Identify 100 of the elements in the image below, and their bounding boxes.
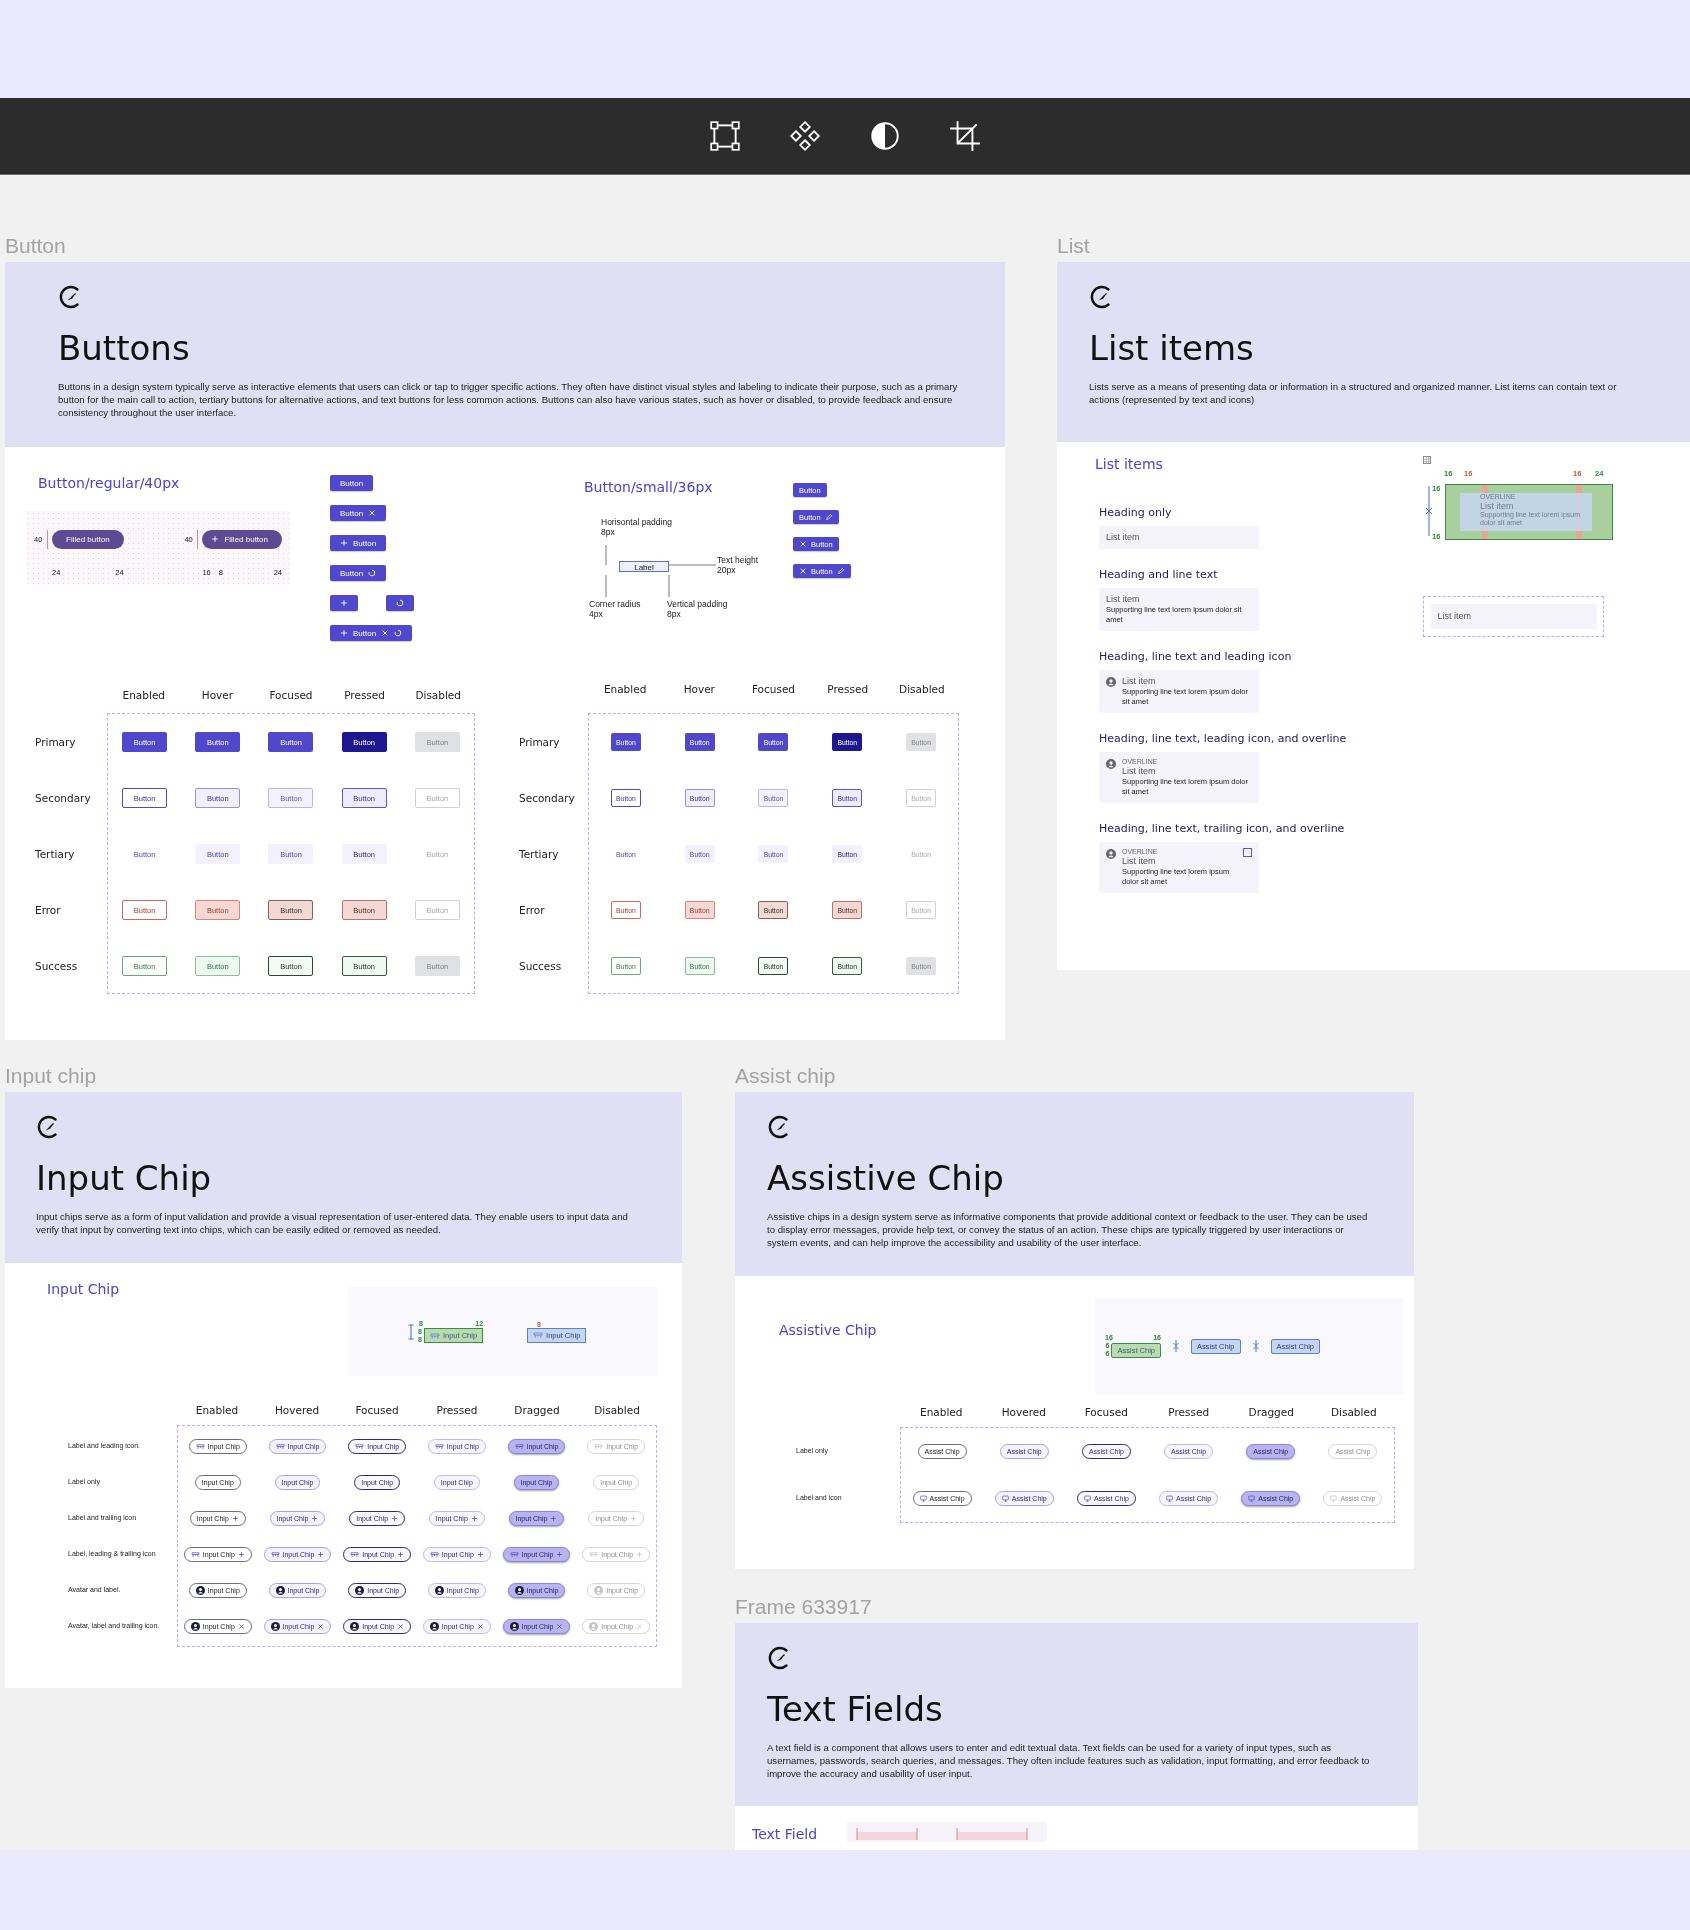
leader-line	[668, 564, 717, 566]
avatar-icon	[350, 1621, 360, 1631]
annotation: Text height 20px	[717, 555, 759, 575]
plus-icon	[397, 1550, 405, 1558]
checkbox[interactable]	[1243, 848, 1252, 857]
filled-button[interactable]: Filled button	[52, 529, 124, 549]
spinner-icon	[368, 569, 377, 577]
button[interactable]	[330, 595, 358, 611]
description: A text field is a component that allows users to enter and edit textual data. Text fields can be used for a variety of input types, such as usernames, passwords, search queries, and messages. They often include features such as validation, input formatting, and error feedback to improve the accuracy and usability of user input.	[767, 1741, 1371, 1780]
flag-icon	[533, 1331, 544, 1339]
button[interactable]: Button	[330, 505, 387, 521]
row-label: Tertiary	[35, 847, 76, 862]
filled-button[interactable]: Filled button	[202, 529, 282, 549]
leader-line	[605, 544, 607, 566]
components-icon[interactable]	[788, 119, 822, 153]
column-header: Dragged	[1247, 1406, 1295, 1420]
plus-icon	[630, 1514, 638, 1522]
avatar-icon	[434, 1585, 444, 1595]
avatar-icon	[429, 1621, 439, 1631]
frame-label: Assist chip	[735, 1063, 836, 1089]
plus-icon	[231, 1514, 239, 1522]
example-heading: Heading, line text and leading icon	[1099, 650, 1293, 663]
list-item[interactable]: List item	[1099, 526, 1259, 549]
section-heading: Button/small/36px	[584, 479, 714, 495]
leader-line	[605, 574, 607, 598]
item-title: List item	[1437, 611, 1471, 622]
plus-icon	[340, 599, 348, 607]
flag-icon	[514, 1442, 524, 1450]
column-header: Pressed	[1167, 1406, 1211, 1420]
button[interactable]: Button	[330, 475, 374, 491]
description: Input chips serve as a form of input validation and provide a visual representation of user-entered data. They enable users to input data and verify that input by converting text into chips, which can be easily edited or removed as needed.	[36, 1210, 629, 1236]
close-icon	[368, 509, 377, 517]
column-header: Hovered	[273, 1404, 321, 1418]
column-header: Enabled	[919, 1406, 964, 1420]
row-label: Primary	[35, 735, 77, 750]
spinner-icon	[394, 629, 403, 637]
pencil-icon	[824, 513, 833, 521]
column-header: Pressed	[435, 1404, 479, 1418]
avatar-icon	[594, 1585, 604, 1595]
monitor-icon	[1248, 1495, 1256, 1502]
button[interactable]: Button	[330, 535, 387, 551]
monitor-icon	[1083, 1495, 1091, 1502]
close-icon	[799, 540, 807, 548]
text-cursor-icon	[408, 1323, 414, 1340]
measure-icon	[1173, 1340, 1179, 1352]
flag-icon	[350, 1550, 360, 1558]
column-header: Disabled	[1329, 1406, 1378, 1420]
column-header: Focused	[750, 683, 797, 697]
avatar-icon	[509, 1621, 519, 1631]
avatar-icon	[270, 1621, 280, 1631]
avatar-icon	[355, 1585, 365, 1595]
button[interactable]: Button	[330, 625, 413, 641]
plus-icon	[556, 1550, 564, 1558]
monitor-icon	[1001, 1495, 1009, 1502]
crop-icon[interactable]	[948, 119, 982, 153]
flag-icon	[270, 1550, 280, 1558]
leader-line	[668, 574, 670, 598]
example-heading: Heading, line text, trailing icon, and overline	[1099, 822, 1346, 835]
avatar-icon	[275, 1585, 285, 1595]
flag-icon	[434, 1442, 444, 1450]
monitor-icon	[919, 1495, 927, 1502]
frame-select-icon[interactable]	[708, 119, 742, 153]
flag-icon	[195, 1442, 205, 1450]
button[interactable]	[386, 595, 414, 611]
button[interactable]: Button	[330, 565, 387, 581]
section-heading: Assistive Chip	[779, 1322, 878, 1338]
flag-icon	[275, 1442, 285, 1450]
contrast-icon[interactable]	[868, 119, 902, 153]
measure-icon	[1252, 1340, 1259, 1352]
column-header: Focused	[1083, 1406, 1129, 1420]
item-title: List item	[1106, 532, 1141, 543]
avatar-icon	[1106, 759, 1116, 769]
frame-title: List items	[1089, 328, 1254, 368]
frame-label: Button	[5, 233, 66, 259]
row-label: Primary	[519, 735, 561, 750]
avatar-icon	[190, 1621, 200, 1631]
row-label: Error	[519, 903, 546, 918]
flag-icon	[429, 1550, 439, 1558]
plus-icon	[550, 1514, 558, 1522]
avatar-icon	[195, 1585, 205, 1595]
plus-icon	[311, 1514, 319, 1522]
item-title: List item	[1122, 676, 1157, 687]
close-icon	[556, 1622, 564, 1630]
row-label: Success	[35, 959, 79, 974]
column-header: Hovered	[1000, 1406, 1047, 1420]
measure-line	[1426, 486, 1432, 536]
flag-icon	[509, 1550, 519, 1558]
description: Assistive chips in a design system serve as informative components that provide additional context or feedback to the user. They can be used to display error messages, provide help text, or convey the status of an action. These chips are typically triggered by user interactions or system events, and can help improve the accessibility and usability of the user interface.	[767, 1210, 1369, 1249]
close-icon	[381, 629, 390, 637]
label-specimen: Label	[619, 561, 669, 572]
annotation: Horisontal padding 8px	[601, 517, 672, 537]
row-label: Secondary	[519, 791, 576, 806]
section-heading: Button/regular/40px	[38, 475, 181, 491]
plus-icon	[391, 1514, 399, 1522]
column-header: Disabled	[898, 683, 946, 697]
frame-title: Buttons	[58, 328, 190, 368]
column-header: Focused	[268, 689, 314, 703]
list-item[interactable]: List item	[1430, 604, 1597, 629]
section-heading: Text Field	[752, 1826, 818, 1842]
column-header: Hover	[682, 683, 716, 697]
